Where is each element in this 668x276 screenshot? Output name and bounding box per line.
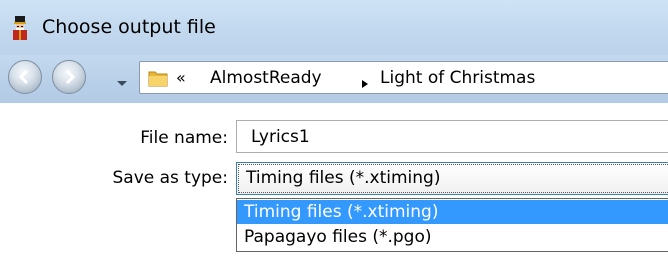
navigation-bar: « AlmostReady Light of Christmas xyxy=(0,55,668,103)
save-as-type-value: Timing files (*.xtiming) xyxy=(246,168,441,188)
save-form: File name: Lyrics1 Save as type: Timing … xyxy=(0,103,668,276)
title-bar[interactable]: Choose output file xyxy=(0,0,668,55)
save-as-type-dropdown-list: Timing files (*.xtiming) Papagayo files … xyxy=(236,198,668,252)
breadcrumb-item-light-of-christmas[interactable]: Light of Christmas xyxy=(380,67,535,89)
forward-button[interactable] xyxy=(52,60,86,94)
file-name-input[interactable]: Lyrics1 xyxy=(236,120,668,153)
chevron-down-icon xyxy=(117,81,127,86)
nutcracker-icon xyxy=(10,16,30,40)
file-name-label: File name: xyxy=(140,128,228,148)
breadcrumb-item-almostready[interactable]: AlmostReady xyxy=(210,67,322,89)
breadcrumb-overflow[interactable]: « xyxy=(176,67,186,89)
back-button[interactable] xyxy=(8,60,42,94)
folder-icon xyxy=(148,68,168,92)
address-bar[interactable]: « AlmostReady Light of Christmas xyxy=(139,61,668,94)
window-title: Choose output file xyxy=(42,16,216,38)
file-name-value: Lyrics1 xyxy=(251,127,310,147)
triangle-right-icon[interactable] xyxy=(361,74,369,93)
recent-locations-button[interactable] xyxy=(116,73,128,92)
back-arrow-icon xyxy=(18,69,29,85)
dropdown-option-pgo[interactable]: Papagayo files (*.pgo) xyxy=(237,225,668,249)
dropdown-option-xtiming[interactable]: Timing files (*.xtiming) xyxy=(237,200,668,224)
save-as-type-select[interactable]: Timing files (*.xtiming) xyxy=(236,162,668,195)
forward-arrow-icon xyxy=(65,69,76,85)
save-as-type-label: Save as type: xyxy=(112,168,228,188)
